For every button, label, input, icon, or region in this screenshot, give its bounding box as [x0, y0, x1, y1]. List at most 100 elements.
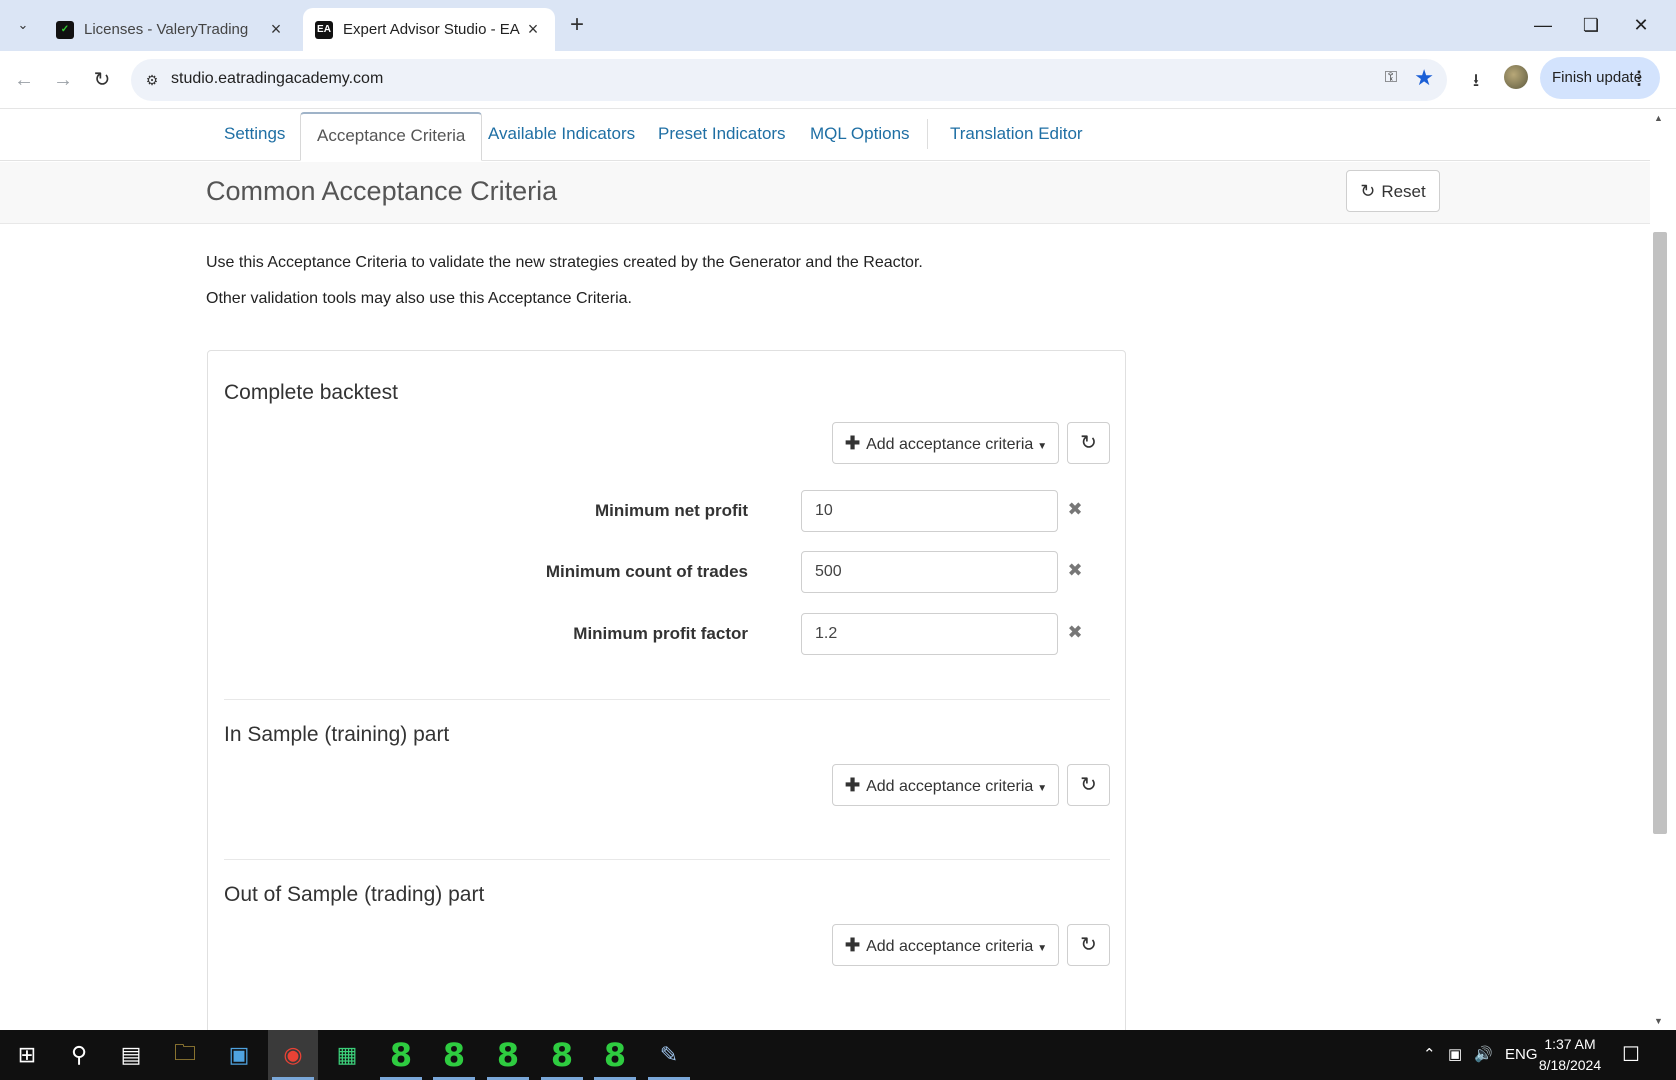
description-line-1: Use this Acceptance Criteria to validate…: [206, 254, 923, 271]
tab-acceptance-criteria[interactable]: Acceptance Criteria: [300, 112, 483, 161]
volume-icon[interactable]: 🔊: [1474, 1030, 1493, 1080]
chrome-logo-icon: ◉: [283, 1042, 303, 1067]
section-divider: [224, 859, 1110, 860]
reset-button[interactable]: ↻ Reset: [1346, 170, 1440, 212]
criteria-label-net-profit: Minimum net profit: [595, 501, 748, 520]
app-digit: 8: [389, 1036, 413, 1074]
system-clock[interactable]: 1:37 AM 8/18/2024: [1530, 1034, 1610, 1076]
ea-logo-icon: EA: [315, 20, 333, 39]
profile-avatar[interactable]: [1504, 65, 1528, 89]
section-divider: [224, 699, 1110, 700]
app-digit: 8: [550, 1036, 574, 1074]
search-icon[interactable]: ⚲: [54, 1030, 104, 1080]
refresh-icon: ↻: [1080, 774, 1097, 796]
page-title: Common Acceptance Criteria: [206, 176, 558, 206]
clock-date: 8/18/2024: [1538, 1057, 1602, 1073]
refresh-icon: ↻: [1360, 181, 1376, 201]
terminal-app-icon-5[interactable]: 8: [590, 1030, 640, 1080]
finish-update-button[interactable]: Finish update ⋮: [1540, 57, 1660, 99]
remove-criteria-icon[interactable]: ✖: [1063, 499, 1087, 520]
activity-monitor-icon[interactable]: ▦: [322, 1030, 372, 1080]
tab-available-indicators[interactable]: Available Indicators: [472, 112, 651, 161]
terminal-app-icon-1[interactable]: 8: [376, 1030, 426, 1080]
profit-factor-input[interactable]: [801, 613, 1058, 655]
tab-settings[interactable]: Settings: [208, 112, 301, 161]
paint-app-icon[interactable]: ✎: [644, 1030, 694, 1080]
window-close-icon[interactable]: ✕: [1618, 8, 1664, 42]
browser-tab-licenses[interactable]: ✓ Licenses - ValeryTrading ×: [44, 8, 298, 51]
description-line-2: Other validation tools may also use this…: [206, 290, 632, 307]
add-criteria-label: Add acceptance criteria: [866, 436, 1034, 453]
caret-down-icon: ▼: [1037, 441, 1048, 452]
task-view-icon[interactable]: ▤: [106, 1030, 156, 1080]
minimize-icon[interactable]: —: [1520, 8, 1566, 42]
restore-icon[interactable]: ❏: [1568, 8, 1614, 42]
forward-arrow-icon[interactable]: →: [47, 64, 79, 96]
more-menu-icon[interactable]: ⋮: [1630, 57, 1648, 99]
plus-icon: ✚: [845, 935, 861, 955]
add-criteria-label: Add acceptance criteria: [866, 938, 1034, 955]
refresh-criteria-button[interactable]: ↻: [1067, 924, 1110, 966]
net-profit-input[interactable]: [801, 490, 1058, 532]
browser-tab-ea-studio[interactable]: EA Expert Advisor Studio - EA Tradi ×: [303, 8, 555, 51]
add-criteria-label: Add acceptance criteria: [866, 778, 1034, 795]
remove-criteria-icon[interactable]: ✖: [1063, 622, 1087, 643]
remove-criteria-icon[interactable]: ✖: [1063, 560, 1087, 581]
terminal-app-icon-3[interactable]: 8: [483, 1030, 533, 1080]
scroll-down-arrow-icon[interactable]: ▼: [1654, 1016, 1663, 1026]
refresh-criteria-button[interactable]: ↻: [1067, 422, 1110, 464]
scrollbar-thumb[interactable]: [1653, 232, 1667, 834]
bookmark-star-icon[interactable]: ★: [1414, 65, 1434, 91]
app-digit: 8: [496, 1036, 520, 1074]
tab-search-chevron-icon[interactable]: ⌄: [8, 10, 38, 40]
tab-separator: [927, 119, 928, 149]
file-explorer-icon[interactable]: 🗀: [160, 1030, 210, 1080]
tab-preset-indicators[interactable]: Preset Indicators: [642, 112, 802, 161]
section-title-in-sample: In Sample (training) part: [224, 723, 450, 746]
add-acceptance-criteria-button[interactable]: ✚ Add acceptance criteria ▼: [832, 924, 1059, 966]
url-text[interactable]: studio.eatradingacademy.com: [171, 70, 383, 88]
download-icon[interactable]: ⭳: [1460, 64, 1492, 96]
tray-overflow-chevron-icon[interactable]: ⌃: [1423, 1030, 1436, 1080]
terminal-app-icon-2[interactable]: 8: [429, 1030, 479, 1080]
close-icon[interactable]: ×: [523, 19, 543, 40]
page-content: Settings Acceptance Criteria Available I…: [0, 109, 1650, 1030]
plus-icon: ✚: [845, 775, 861, 795]
new-tab-plus-icon[interactable]: +: [563, 12, 591, 40]
chart-icon: ✓: [56, 20, 74, 39]
scroll-up-arrow-icon[interactable]: ▲: [1654, 113, 1663, 123]
refresh-icon: ↻: [1080, 934, 1097, 956]
section-title-complete-backtest: Complete backtest: [224, 381, 398, 404]
chrome-icon[interactable]: ◉: [268, 1030, 318, 1080]
back-arrow-icon[interactable]: ←: [8, 64, 40, 96]
clock-time: 1:37 AM: [1544, 1036, 1596, 1052]
add-acceptance-criteria-button[interactable]: ✚ Add acceptance criteria ▼: [832, 422, 1059, 464]
page-scrollbar[interactable]: ▲ ▼: [1650, 109, 1676, 1030]
reload-icon[interactable]: ↻: [86, 64, 118, 96]
add-acceptance-criteria-button[interactable]: ✚ Add acceptance criteria ▼: [832, 764, 1059, 806]
criteria-label-count-of-trades: Minimum count of trades: [545, 562, 748, 581]
refresh-criteria-button[interactable]: ↻: [1067, 764, 1110, 806]
windows-start-icon[interactable]: ⊞: [2, 1030, 52, 1080]
refresh-icon: ↻: [1080, 432, 1097, 454]
settings-nav-tabs: Settings Acceptance Criteria Available I…: [0, 109, 1650, 161]
count-of-trades-input[interactable]: [801, 551, 1058, 593]
network-icon[interactable]: ▣: [1448, 1030, 1462, 1080]
close-icon[interactable]: ×: [266, 19, 286, 40]
notifications-icon[interactable]: ☐: [1622, 1030, 1640, 1080]
terminal-app-icon-4[interactable]: 8: [537, 1030, 587, 1080]
address-bar[interactable]: ⚙ studio.eatradingacademy.com ⚿ ★: [131, 59, 1447, 101]
tab-title: Expert Advisor Studio - EA Tradi: [343, 21, 523, 38]
tab-translation-editor[interactable]: Translation Editor: [934, 112, 1099, 161]
plus-icon: ✚: [845, 433, 861, 453]
tab-mql-options[interactable]: MQL Options: [794, 112, 926, 161]
site-settings-icon[interactable]: ⚙: [141, 69, 163, 91]
control-panel-icon[interactable]: ▣: [214, 1030, 264, 1080]
caret-down-icon: ▼: [1037, 943, 1048, 954]
criteria-panel: Complete backtest ✚ Add acceptance criter…: [207, 350, 1126, 1030]
password-key-icon[interactable]: ⚿: [1385, 69, 1397, 87]
reset-label: Reset: [1381, 182, 1426, 201]
app-digit: 8: [603, 1036, 627, 1074]
page-header: Common Acceptance Criteria ↻ Reset: [0, 162, 1650, 224]
caret-down-icon: ▼: [1037, 783, 1048, 794]
